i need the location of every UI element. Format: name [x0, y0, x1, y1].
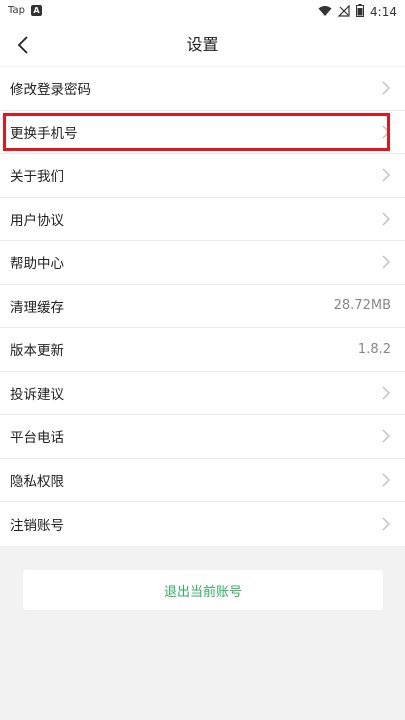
no-signal-icon — [337, 4, 350, 20]
settings-item-label: 清理缓存 — [10, 299, 64, 316]
chevron-right-icon — [381, 212, 391, 226]
settings-item-version-update[interactable]: 版本更新 1.8.2 — [0, 328, 405, 372]
logout-button[interactable]: 退出当前账号 — [23, 570, 383, 610]
status-right: 4:14 — [318, 4, 397, 20]
settings-item-help-center[interactable]: 帮助中心 — [0, 241, 405, 285]
version-value: 1.8.2 — [357, 341, 391, 357]
app-badge-icon: A — [30, 5, 42, 16]
settings-item-label: 版本更新 — [10, 343, 64, 360]
status-time: 4:14 — [370, 5, 397, 19]
chevron-right-icon — [381, 473, 391, 487]
status-left: Tap A — [8, 5, 42, 16]
settings-item-label: 投诉建议 — [10, 386, 64, 403]
settings-item-change-phone[interactable]: 更换手机号 — [0, 111, 405, 154]
settings-item-label: 修改登录密码 — [10, 82, 91, 99]
chevron-right-icon — [381, 255, 391, 269]
chevron-left-icon — [17, 36, 28, 54]
chevron-right-icon — [381, 125, 391, 139]
settings-item-privacy-permissions[interactable]: 隐私权限 — [0, 459, 405, 502]
chevron-right-icon — [381, 81, 391, 95]
wifi-icon — [318, 5, 332, 20]
settings-item-label: 更换手机号 — [10, 125, 78, 142]
header-bar: 设置 — [0, 24, 405, 66]
settings-item-platform-phone[interactable]: 平台电话 — [0, 415, 405, 459]
settings-item-clear-cache[interactable]: 清理缓存 28.72MB — [0, 285, 405, 328]
page-title: 设置 — [186, 35, 219, 54]
chevron-right-icon — [381, 429, 391, 443]
settings-item-label: 隐私权限 — [10, 473, 64, 490]
settings-item-user-agreement[interactable]: 用户协议 — [0, 198, 405, 241]
back-button[interactable] — [8, 30, 38, 60]
chevron-right-icon — [381, 168, 391, 182]
settings-item-change-password[interactable]: 修改登录密码 — [0, 67, 405, 111]
settings-item-label: 平台电话 — [10, 430, 64, 447]
battery-icon — [356, 4, 365, 20]
chevron-right-icon — [381, 517, 391, 531]
settings-item-about-us[interactable]: 关于我们 — [0, 154, 405, 198]
settings-item-delete-account[interactable]: 注销账号 — [0, 502, 405, 546]
settings-item-label: 用户协议 — [10, 212, 64, 229]
settings-item-label: 注销账号 — [10, 517, 64, 534]
settings-list: 修改登录密码 更换手机号 关于我们 用户协议 帮助中心 清理缓存 28.72MB… — [0, 67, 405, 546]
status-app-name: Tap — [8, 5, 25, 16]
settings-item-label: 关于我们 — [10, 169, 64, 186]
cache-size-value: 28.72MB — [333, 298, 391, 314]
status-bar: Tap A 4:14 — [0, 0, 405, 24]
settings-item-label: 帮助中心 — [10, 256, 64, 273]
chevron-right-icon — [381, 386, 391, 400]
settings-item-feedback[interactable]: 投诉建议 — [0, 372, 405, 415]
